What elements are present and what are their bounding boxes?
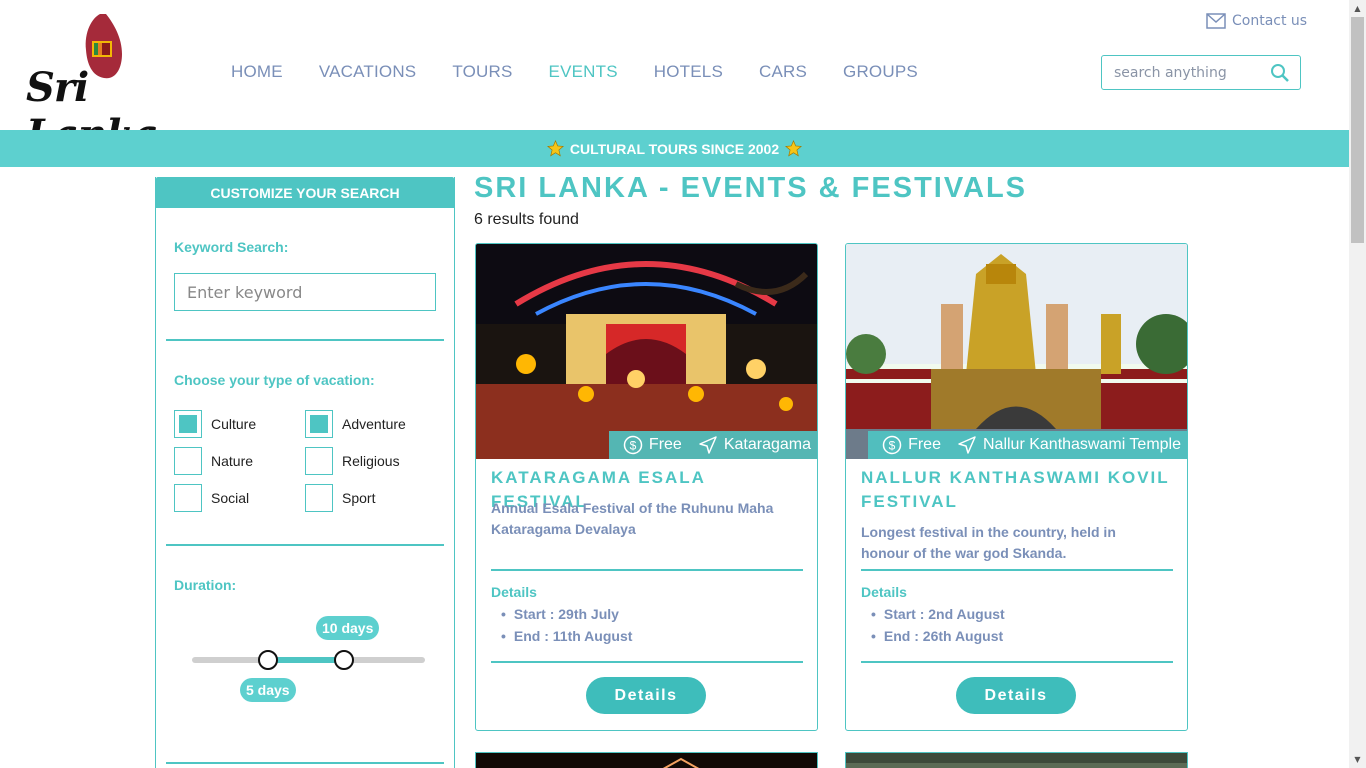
checkbox-label: Nature — [211, 453, 254, 469]
dollar-icon: $ — [623, 435, 643, 455]
mail-icon — [1206, 13, 1226, 29]
event-image[interactable] — [846, 244, 1187, 459]
keyword-input[interactable] — [174, 273, 436, 311]
slider-handle-max[interactable] — [334, 650, 354, 670]
site-header: Sri Lanka HOME VACATIONS TOURS EVENTS HO… — [0, 0, 1349, 158]
checkbox-label: Culture — [211, 416, 257, 432]
event-price: Free — [908, 436, 941, 453]
event-end: End : 11th August — [501, 625, 632, 647]
checkbox-label: Sport — [342, 490, 376, 506]
search-icon[interactable] — [1270, 63, 1290, 83]
location-arrow-icon — [699, 436, 717, 454]
event-title[interactable]: NALLUR KANTHASWAMI KOVIL FESTIVAL — [861, 466, 1171, 514]
contact-label: Contact us — [1232, 13, 1308, 29]
duration-max-bubble: 10 days — [316, 616, 380, 640]
nav-groups[interactable]: GROUPS — [843, 62, 918, 82]
divider — [166, 339, 444, 341]
results-count: 6 results found — [474, 211, 579, 228]
site-logo[interactable]: Sri Lanka — [22, 8, 184, 158]
page-title: SRI LANKA - EVENTS & FESTIVALS — [474, 172, 1028, 204]
event-card[interactable]: $ Free Nallur Kanthaswami Temple NALLUR … — [845, 243, 1188, 731]
checkbox-nature[interactable]: Nature — [174, 447, 253, 475]
divider — [166, 762, 444, 764]
page-scrollbar[interactable]: ▲ ▼ — [1349, 0, 1366, 768]
event-card-partial[interactable] — [845, 752, 1188, 768]
event-card-partial[interactable] — [475, 752, 818, 768]
checkbox-culture[interactable]: Culture — [174, 410, 256, 438]
event-image-partial — [476, 753, 817, 768]
event-description: Annual Esala Festival of the Ruhunu Maha… — [491, 500, 774, 537]
details-button[interactable]: Details — [956, 677, 1076, 714]
search-input[interactable] — [1102, 64, 1270, 81]
details-label: Details — [491, 584, 537, 600]
main-nav: HOME VACATIONS TOURS EVENTS HOTELS CARS … — [231, 62, 954, 82]
checkbox[interactable] — [174, 410, 202, 438]
keyword-label: Keyword Search: — [174, 239, 289, 255]
event-card[interactable]: $ Free Kataragama KATARAGAMA ESALA FESTI… — [475, 243, 818, 731]
checkbox-label: Social — [211, 490, 250, 506]
scroll-up-arrow-icon[interactable]: ▲ — [1349, 0, 1366, 17]
svg-text:$: $ — [889, 439, 896, 453]
event-start: Start : 2nd August — [871, 603, 1005, 625]
sidebar-title: CUSTOMIZE YOUR SEARCH — [156, 177, 454, 208]
divider — [861, 569, 1173, 571]
event-tag: $ Free Kataragama — [608, 431, 817, 459]
scroll-down-arrow-icon[interactable]: ▼ — [1349, 751, 1366, 768]
checkbox-adventure[interactable]: Adventure — [305, 410, 406, 438]
divider — [491, 661, 803, 663]
event-dates: Start : 2nd August End : 26th August — [871, 603, 1005, 647]
checkbox[interactable] — [305, 410, 333, 438]
checkbox-label: Religious — [342, 453, 400, 469]
checkbox-label: Adventure — [342, 416, 406, 432]
checkbox-sport[interactable]: Sport — [305, 484, 375, 512]
event-location: Nallur Kanthaswami Temple — [982, 436, 1181, 453]
divider — [491, 569, 803, 571]
event-image[interactable] — [476, 244, 817, 459]
duration-min-bubble: 5 days — [240, 678, 296, 702]
festival-photo — [476, 244, 817, 459]
scroll-thumb[interactable] — [1351, 17, 1364, 243]
location-arrow-icon — [958, 436, 976, 454]
nav-cars[interactable]: CARS — [759, 62, 807, 82]
event-image-partial — [846, 753, 1187, 768]
checkbox[interactable] — [174, 484, 202, 512]
nav-home[interactable]: HOME — [231, 62, 283, 82]
event-end: End : 26th August — [871, 625, 1005, 647]
checkbox[interactable] — [174, 447, 202, 475]
checkbox-religious[interactable]: Religious — [305, 447, 400, 475]
divider — [166, 544, 444, 546]
event-location: Kataragama — [723, 436, 811, 453]
search-sidebar: CUSTOMIZE YOUR SEARCH Keyword Search: Ch… — [155, 177, 455, 768]
checkbox[interactable] — [305, 484, 333, 512]
promo-banner: CULTURAL TOURS SINCE 2002 — [0, 130, 1349, 167]
nav-tours[interactable]: TOURS — [452, 62, 512, 82]
event-price: Free — [648, 436, 682, 453]
duration-label: Duration: — [174, 577, 237, 593]
event-start: Start : 29th July — [501, 603, 632, 625]
svg-text:$: $ — [630, 439, 637, 453]
vacation-type-label: Choose your type of vacation: — [174, 372, 375, 388]
event-description: Longest festival in the country, held in… — [861, 524, 1116, 561]
nav-hotels[interactable]: HOTELS — [654, 62, 723, 82]
banner-text: CULTURAL TOURS SINCE 2002 — [569, 140, 780, 157]
star-icon — [546, 140, 564, 157]
dollar-icon: $ — [882, 435, 902, 455]
star-icon — [785, 140, 803, 157]
event-tag: $ Free Nallur Kanthaswami Temple — [868, 431, 1187, 459]
checkbox[interactable] — [305, 447, 333, 475]
nav-events[interactable]: EVENTS — [549, 62, 618, 82]
search-box — [1101, 55, 1301, 90]
event-dates: Start : 29th July End : 11th August — [501, 603, 632, 647]
contact-link[interactable]: Contact us — [1206, 13, 1307, 29]
details-button[interactable]: Details — [586, 677, 706, 714]
details-label: Details — [861, 584, 907, 600]
slider-handle-min[interactable] — [258, 650, 278, 670]
divider — [861, 661, 1173, 663]
nav-vacations[interactable]: VACATIONS — [319, 62, 417, 82]
temple-photo — [846, 244, 1187, 459]
checkbox-social[interactable]: Social — [174, 484, 249, 512]
